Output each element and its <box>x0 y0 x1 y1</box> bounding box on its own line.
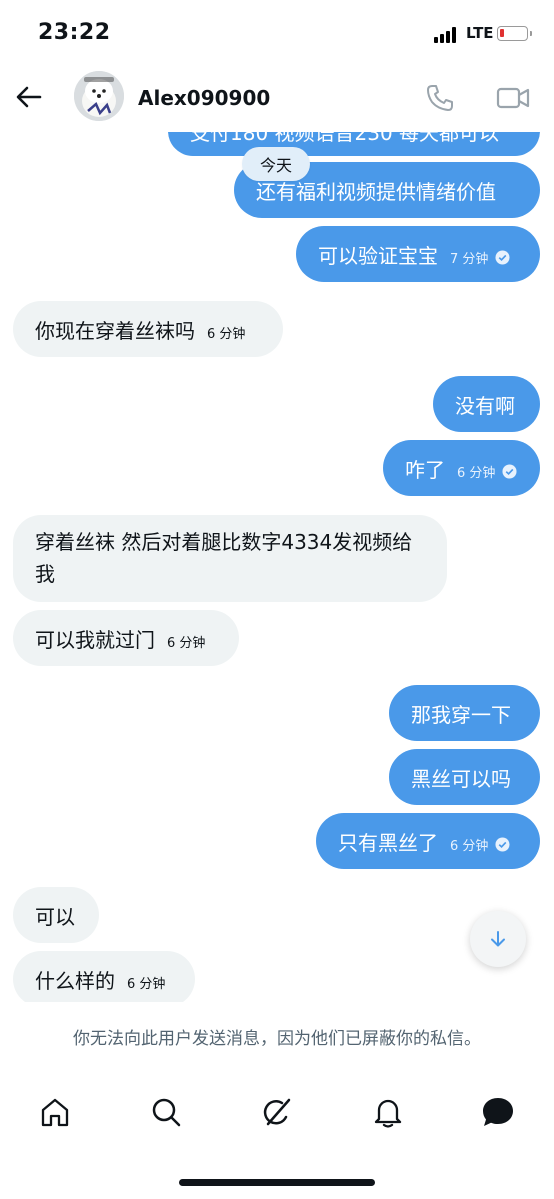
message-bubble[interactable]: 穿着丝袜 然后对着腿比数字4334发视频给我 <box>13 515 447 602</box>
message-time: 6 分钟 <box>207 326 246 342</box>
seen-check-icon <box>495 249 510 265</box>
messages-icon[interactable] <box>478 1092 518 1132</box>
message-text: 只有黑丝了 <box>338 830 438 855</box>
message-meta: 7 分钟 <box>450 248 510 267</box>
scroll-to-bottom-button[interactable] <box>470 911 526 967</box>
blocked-notice: 你无法向此用户发送消息，因为他们已屏蔽你的私信。 <box>73 1029 481 1049</box>
battery-icon <box>497 26 532 41</box>
home-indicator[interactable] <box>179 1179 375 1186</box>
message-time: 6 分钟 <box>457 465 496 481</box>
signal-icon <box>434 27 460 43</box>
message-meta: 6 分钟 <box>167 632 205 651</box>
message-bubble[interactable]: 可以我就过门 6 分钟 <box>13 610 239 666</box>
message-text: 可以我就过门 <box>35 627 155 652</box>
message-time: 6 分钟 <box>167 635 206 651</box>
message-bubble[interactable]: 只有黑丝了 6 分钟 <box>316 813 540 869</box>
bell-icon[interactable] <box>368 1092 408 1132</box>
message-text: 可以 <box>35 904 75 929</box>
video-camera-icon[interactable] <box>495 83 531 113</box>
network-type: LTE <box>466 24 494 42</box>
message-text: 没有啊 <box>455 393 515 418</box>
message-text: 支付180 视频语音230 每天都可以 <box>190 132 500 145</box>
message-bubble[interactable]: 支付180 视频语音230 每天都可以 <box>168 132 540 156</box>
phone-icon[interactable] <box>424 82 456 114</box>
message-bubble[interactable]: 什么样的 6 分钟 <box>13 951 195 1002</box>
message-text: 穿着丝袜 然后对着腿比数字4334发视频给我 <box>35 530 413 586</box>
message-meta: 6 分钟 <box>127 973 165 992</box>
seen-check-icon <box>502 463 517 479</box>
message-text: 什么样的 <box>35 968 115 993</box>
seen-check-icon <box>495 836 510 852</box>
message-meta: 6 分钟 <box>457 462 517 481</box>
date-divider: 今天 <box>242 147 310 181</box>
message-time: 7 分钟 <box>450 251 489 267</box>
status-bar: 23:22 LTE <box>0 0 554 62</box>
home-icon[interactable] <box>35 1092 75 1132</box>
arrow-down-icon <box>491 931 505 947</box>
conversation-header: Alex090900 <box>0 62 554 132</box>
message-bubble[interactable]: 那我穿一下 <box>389 685 540 741</box>
message-text: 可以验证宝宝 <box>318 243 438 268</box>
grok-icon[interactable] <box>257 1092 297 1132</box>
message-bubble[interactable]: 黑丝可以吗 <box>389 749 540 805</box>
message-meta: 6 分钟 <box>450 835 510 854</box>
message-bubble[interactable]: 可以验证宝宝 7 分钟 <box>296 226 540 282</box>
search-icon[interactable] <box>146 1092 186 1132</box>
conversation-title[interactable]: Alex090900 <box>138 86 270 110</box>
message-list[interactable]: 今天 支付180 视频语音230 每天都可以 还有福利视频提供情绪价值 可以验证… <box>0 132 554 1002</box>
avatar[interactable] <box>74 71 124 121</box>
message-meta: 6 分钟 <box>207 323 245 342</box>
arrow-left-icon[interactable] <box>14 82 44 112</box>
message-bubble[interactable]: 你现在穿着丝袜吗 6 分钟 <box>13 301 283 357</box>
message-time: 6 分钟 <box>450 838 489 854</box>
message-time: 6 分钟 <box>127 976 166 992</box>
bottom-nav <box>0 1082 554 1142</box>
message-text: 那我穿一下 <box>411 702 511 727</box>
message-text: 你现在穿着丝袜吗 <box>35 318 195 343</box>
message-text: 咋了 <box>405 457 445 482</box>
message-text: 黑丝可以吗 <box>411 766 511 791</box>
message-bubble[interactable]: 没有啊 <box>433 376 540 432</box>
status-time: 23:22 <box>38 20 111 45</box>
message-bubble[interactable]: 咋了 6 分钟 <box>383 440 540 496</box>
message-bubble[interactable]: 可以 <box>13 887 99 943</box>
